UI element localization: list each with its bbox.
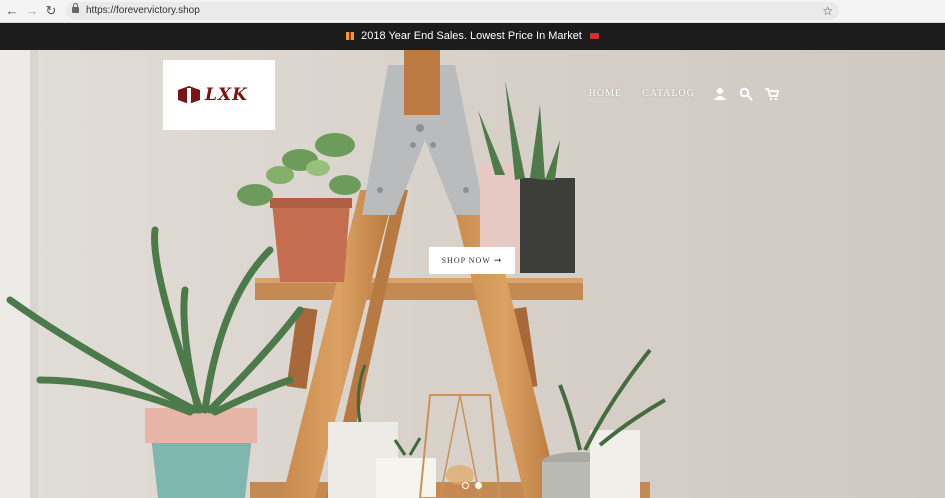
back-button[interactable]: ←	[4, 3, 20, 19]
cart-icon[interactable]	[765, 87, 779, 101]
site-logo[interactable]: LXK	[163, 60, 275, 130]
hero-slideshow: LXK HOME CATALOG SHOP NOW ➞	[0, 50, 945, 498]
gift-icon	[346, 32, 355, 40]
bookmark-star-icon[interactable]: ☆	[822, 3, 833, 19]
forward-button[interactable]: →	[24, 3, 40, 19]
box-logo-icon	[178, 86, 200, 104]
url-text: https://forevervictory.shop	[86, 5, 200, 16]
nav-catalog[interactable]: CATALOG	[642, 86, 695, 102]
main-nav: HOME CATALOG	[569, 86, 779, 102]
nav-home[interactable]: HOME	[589, 86, 622, 102]
browser-toolbar: ← → ↻ https://forevervictory.shop ☆	[0, 0, 945, 23]
slide-dot-1[interactable]	[462, 482, 469, 489]
arrow-right-icon: ➞	[493, 255, 503, 265]
announcement-text: 2018 Year End Sales. Lowest Price In Mar…	[361, 30, 582, 42]
announcement-bar: 2018 Year End Sales. Lowest Price In Mar…	[0, 23, 945, 50]
reload-button[interactable]: ↻	[43, 3, 59, 19]
account-icon[interactable]	[713, 87, 727, 101]
address-bar[interactable]: https://forevervictory.shop ☆	[66, 2, 839, 20]
slide-dots	[462, 482, 488, 489]
search-icon[interactable]	[739, 87, 753, 101]
truck-icon	[589, 33, 599, 39]
shop-now-label: SHOP NOW	[441, 256, 491, 265]
hero-image	[0, 50, 945, 498]
lock-icon	[72, 3, 79, 13]
logo-text: LXK	[205, 85, 248, 105]
shop-now-button[interactable]: SHOP NOW ➞	[429, 247, 515, 274]
slide-dot-2[interactable]	[475, 482, 482, 489]
